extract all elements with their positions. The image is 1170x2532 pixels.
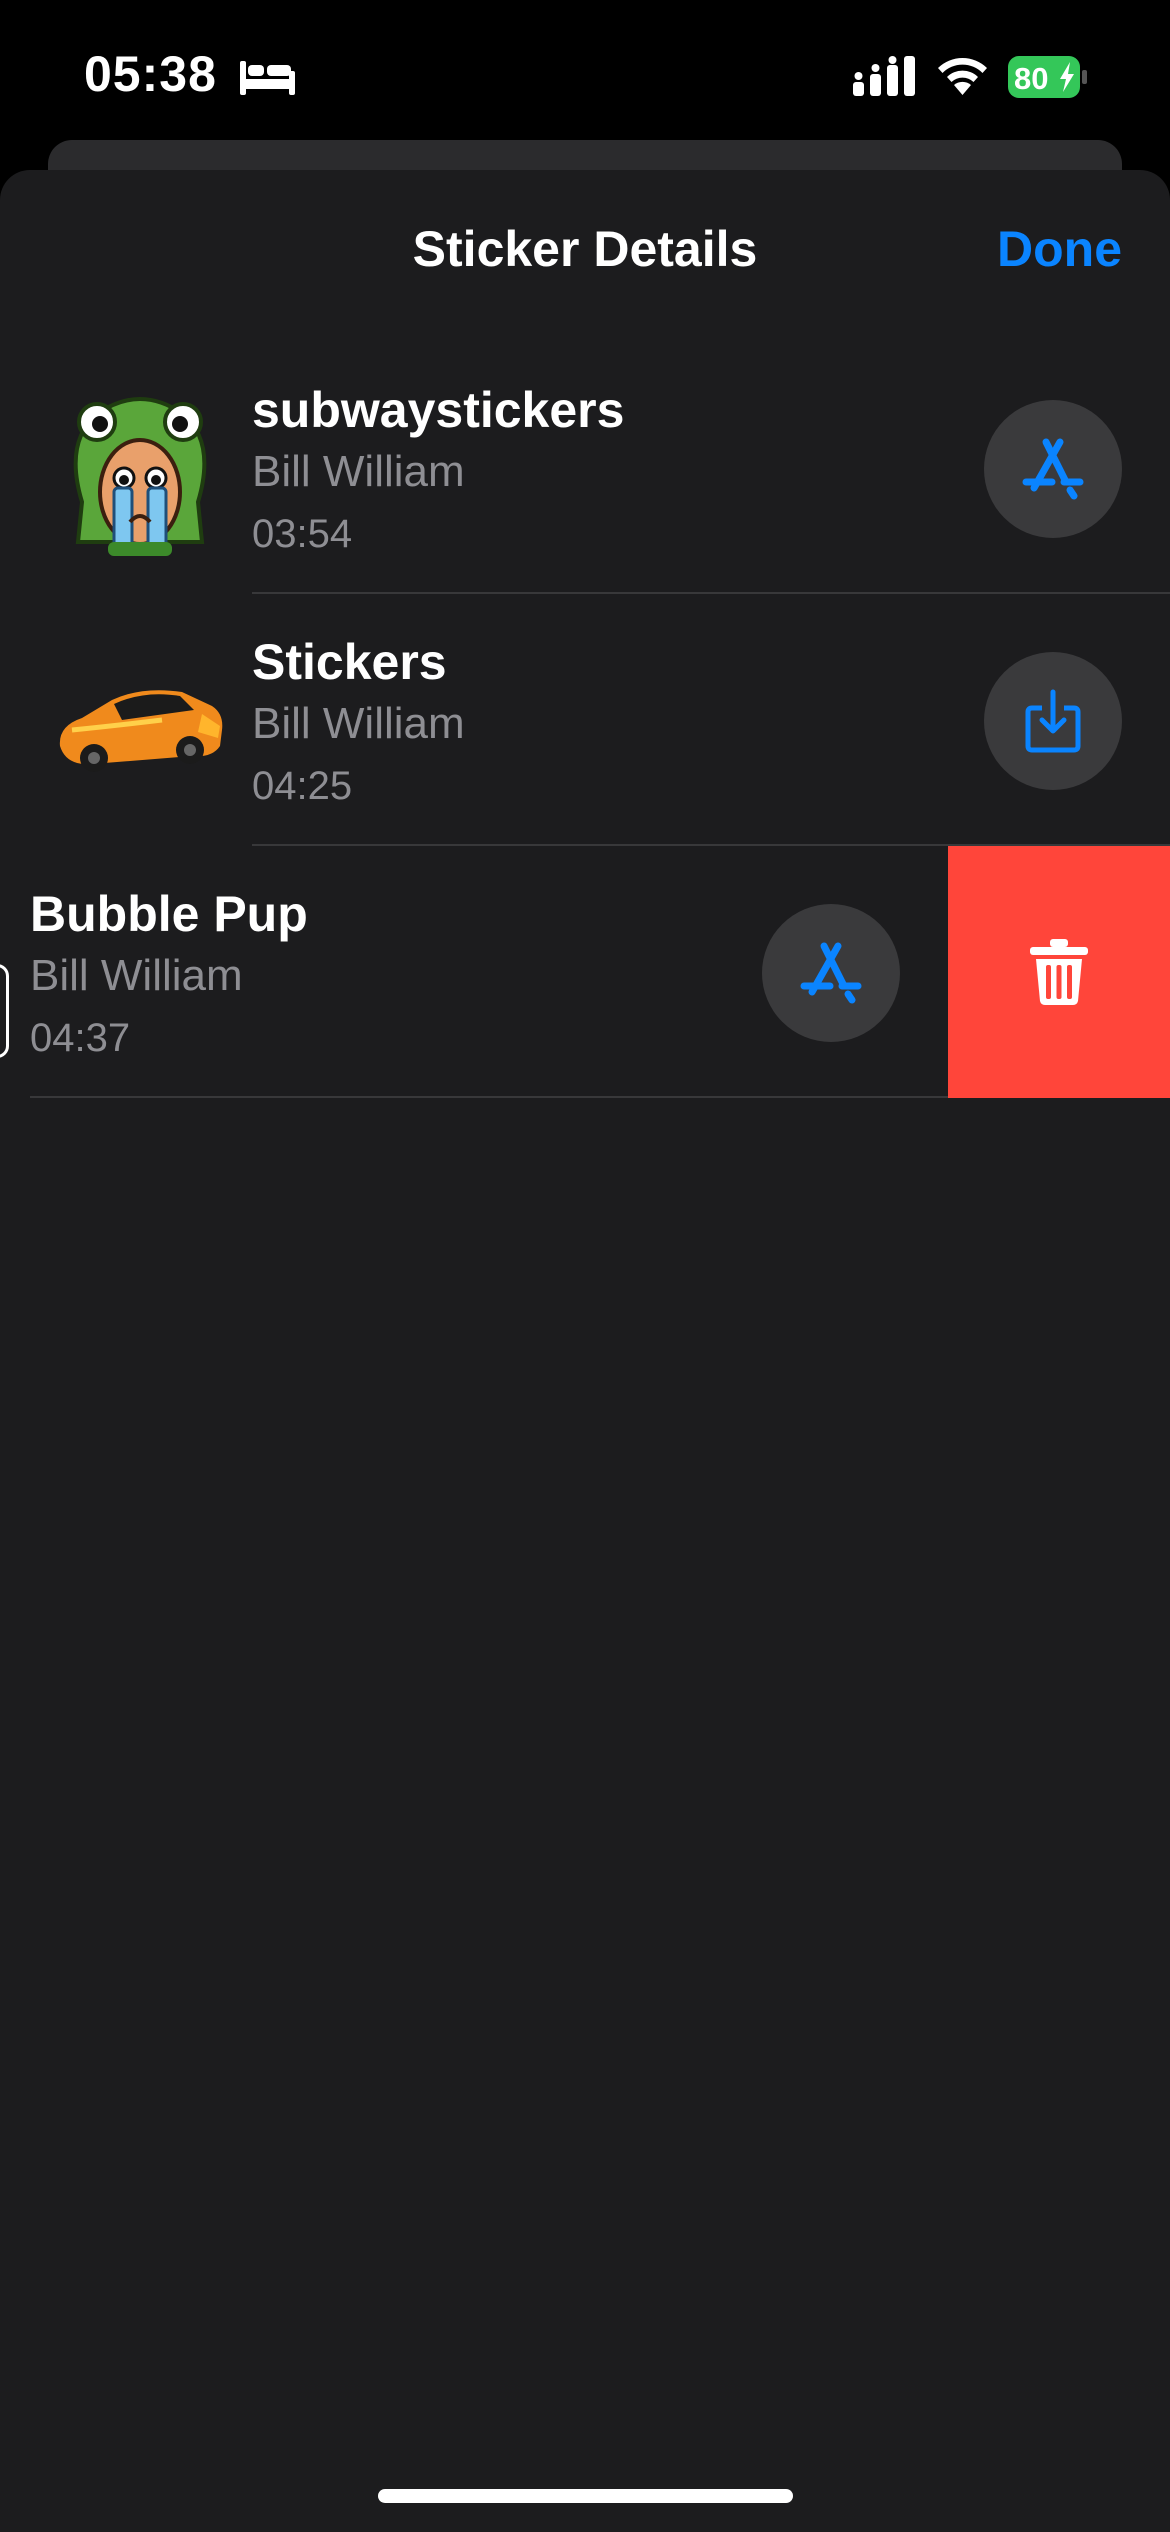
crying-frog-sticker [73,397,207,556]
sticker-title: subwaystickers [252,382,625,438]
sticker-details-sheet: Sticker Details Done subwaystickers Bill… [0,170,1170,2532]
trash-icon [1030,939,1088,1005]
app-store-button[interactable] [762,904,900,1042]
sticker-author: Bill William [252,699,465,748]
battery-charging-icon: 80 [1008,56,1087,98]
app-store-icon [800,942,862,1004]
sticker-time: 04:37 [30,1016,131,1060]
row-divider [30,1096,948,1098]
download-button[interactable] [984,652,1122,790]
download-icon [1025,689,1081,753]
sticker-info: subwaystickers Bill William 03:54 [252,380,624,564]
sticker-title: Bubble Pup [30,886,308,942]
signal-icon [853,56,915,96]
screen: 05:38 80 Sticker Details Done subwaystic… [0,0,1170,2532]
sticker-author: Bill William [30,951,243,1000]
sticker-row-swiped[interactable]: Bubble Pup Bill William 04:37 [0,846,1170,1098]
sheet-title: Sticker Details [412,221,758,277]
done-button[interactable]: Done [997,220,1122,278]
status-bar: 05:38 80 [0,0,1170,150]
status-time: 05:38 [84,46,217,102]
bubble-pup-sticker [0,964,9,1058]
orange-car-sticker [59,690,223,772]
sticker-info: Bubble Pup Bill William 04:37 [30,884,308,1068]
app-store-icon [1022,438,1084,500]
sticker-time: 03:54 [252,512,353,556]
app-store-button[interactable] [984,400,1122,538]
sticker-row[interactable]: Stickers Bill William 04:25 [0,594,1170,846]
home-indicator[interactable] [378,2489,793,2503]
sticker-title: Stickers [252,634,447,690]
delete-button[interactable] [948,846,1170,1098]
wifi-icon [938,57,987,95]
sticker-author: Bill William [252,447,465,496]
battery-level: 80 [1014,61,1048,96]
sticker-row[interactable]: subwaystickers Bill William 03:54 [0,342,1170,594]
sleep-icon [240,61,295,95]
sticker-info: Stickers Bill William 04:25 [252,632,465,816]
sticker-time: 04:25 [252,764,353,808]
